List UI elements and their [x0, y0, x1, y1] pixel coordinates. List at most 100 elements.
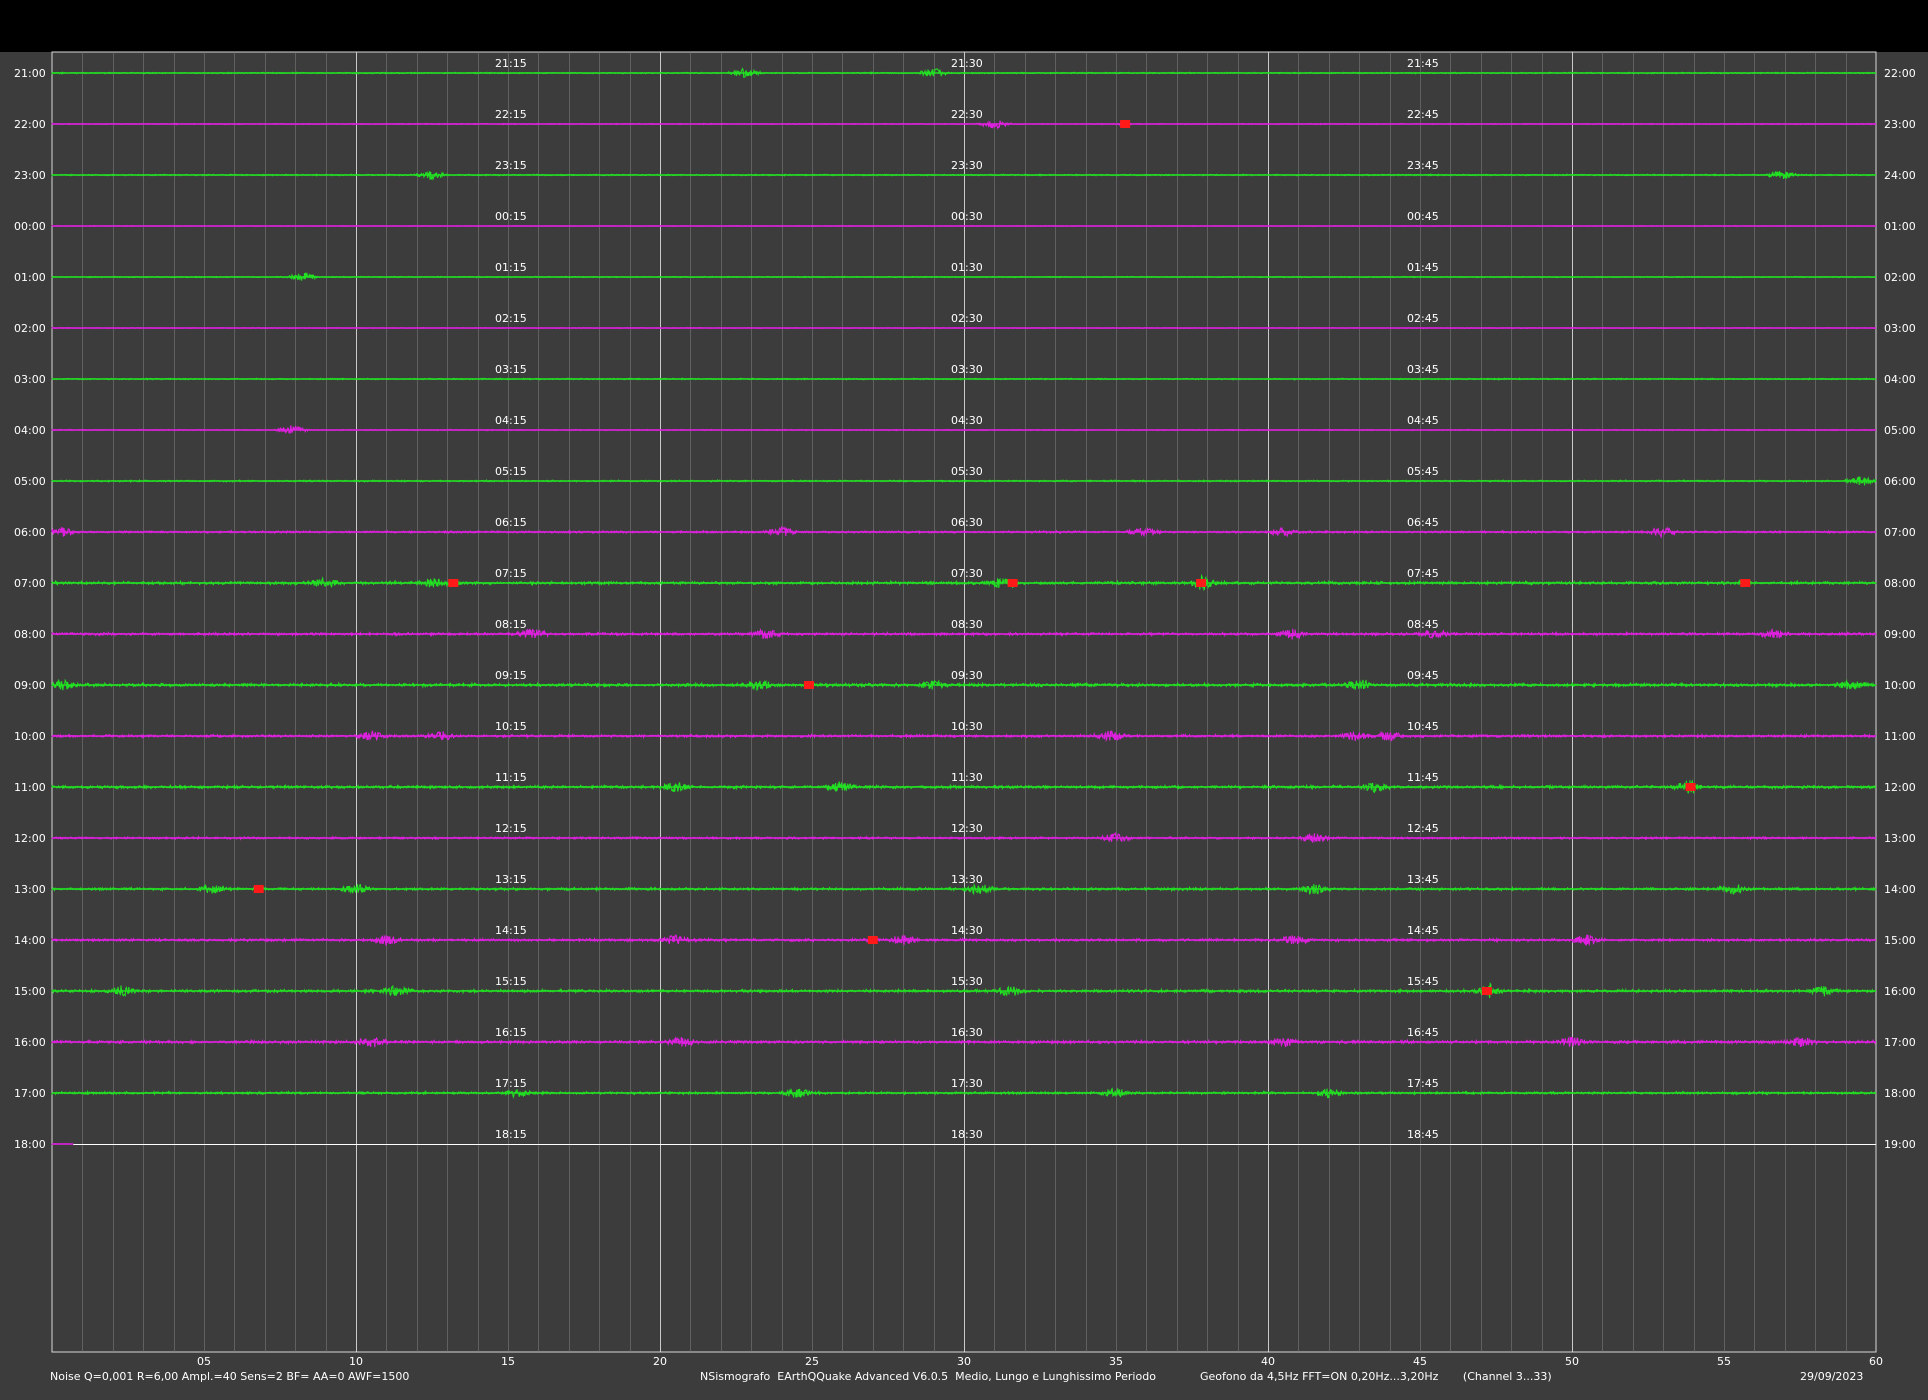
quarter-hour-label: 00:45 — [1407, 210, 1439, 223]
row-start-time: 03:00 — [14, 373, 46, 386]
quarter-hour-label: 22:30 — [951, 108, 983, 121]
quarter-hour-label: 15:15 — [495, 975, 527, 988]
x-tick-label: 05 — [197, 1355, 211, 1368]
quarter-hour-label: 07:30 — [951, 567, 983, 580]
row-end-time: 24:00 — [1884, 169, 1916, 182]
quarter-hour-label: 13:15 — [495, 873, 527, 886]
quarter-hour-label: 11:45 — [1407, 771, 1439, 784]
quarter-hour-label: 01:45 — [1407, 261, 1439, 274]
event-marker — [1007, 579, 1018, 587]
quarter-hour-label: 06:15 — [495, 516, 527, 529]
grid — [51, 51, 1877, 1353]
quarter-hour-label: 18:15 — [495, 1128, 527, 1141]
x-tick-label: 35 — [1109, 1355, 1123, 1368]
x-tick-label: 50 — [1565, 1355, 1579, 1368]
row-start-time: 11:00 — [14, 781, 46, 794]
quarter-hour-label: 16:45 — [1407, 1026, 1439, 1039]
quarter-hour-label: 06:45 — [1407, 516, 1439, 529]
row-end-time: 12:00 — [1884, 781, 1916, 794]
row-start-time: 01:00 — [14, 271, 46, 284]
x-tick-label: 60 — [1869, 1355, 1883, 1368]
row-start-time: 02:00 — [14, 322, 46, 335]
x-tick-label: 40 — [1261, 1355, 1275, 1368]
event-marker — [1740, 579, 1751, 587]
row-start-time: 16:00 — [14, 1036, 46, 1049]
row-end-time: 08:00 — [1884, 577, 1916, 590]
quarter-hour-label: 17:30 — [951, 1077, 983, 1090]
row-start-time: 22:00 — [14, 118, 46, 131]
quarter-hour-label: 00:30 — [951, 210, 983, 223]
row-start-time: 13:00 — [14, 883, 46, 896]
quarter-hour-label: 16:30 — [951, 1026, 983, 1039]
event-marker — [867, 936, 878, 944]
quarter-hour-label: 05:30 — [951, 465, 983, 478]
row-start-time: 23:00 — [14, 169, 46, 182]
x-tick-label: 30 — [957, 1355, 971, 1368]
quarter-hour-label: 15:30 — [951, 975, 983, 988]
quarter-hour-label: 11:30 — [951, 771, 983, 784]
quarter-hour-label: 17:15 — [495, 1077, 527, 1090]
x-tick-label: 10 — [349, 1355, 363, 1368]
quarter-hour-label: 21:45 — [1407, 57, 1439, 70]
quarter-hour-label: 00:15 — [495, 210, 527, 223]
event-marker — [803, 681, 814, 689]
quarter-hour-label: 18:30 — [951, 1128, 983, 1141]
footer-sensor-info: Geofono da 4,5Hz FFT=ON 0,20Hz...3,20Hz … — [1200, 1370, 1552, 1383]
quarter-hour-label: 23:30 — [951, 159, 983, 172]
event-marker — [1685, 783, 1696, 791]
quarter-hour-label: 11:15 — [495, 771, 527, 784]
row-end-time: 15:00 — [1884, 934, 1916, 947]
quarter-hour-label: 22:15 — [495, 108, 527, 121]
quarter-hour-label: 10:45 — [1407, 720, 1439, 733]
row-end-time: 06:00 — [1884, 475, 1916, 488]
quarter-hour-label: 05:45 — [1407, 465, 1439, 478]
quarter-hour-label: 21:15 — [495, 57, 527, 70]
row-start-time: 21:00 — [14, 67, 46, 80]
row-start-time: 17:00 — [14, 1087, 46, 1100]
row-start-time: 05:00 — [14, 475, 46, 488]
quarter-hour-label: 13:45 — [1407, 873, 1439, 886]
quarter-hour-label: 10:30 — [951, 720, 983, 733]
event-marker — [1481, 987, 1492, 995]
quarter-hour-label: 02:45 — [1407, 312, 1439, 325]
row-end-time: 10:00 — [1884, 679, 1916, 692]
row-start-time: 04:00 — [14, 424, 46, 437]
row-end-time: 02:00 — [1884, 271, 1916, 284]
event-marker — [1120, 120, 1131, 128]
row-end-time: 04:00 — [1884, 373, 1916, 386]
quarter-hour-label: 03:45 — [1407, 363, 1439, 376]
seismograph-window: 05 10 15 20 25 30 35 40 45 50 55 60 21:00 22:00 21:15 2… — [0, 0, 1928, 1400]
quarter-hour-label: 13:30 — [951, 873, 983, 886]
x-tick-label: 55 — [1717, 1355, 1731, 1368]
row-start-time: 15:00 — [14, 985, 46, 998]
row-end-time: 05:00 — [1884, 424, 1916, 437]
quarter-hour-label: 07:15 — [495, 567, 527, 580]
quarter-hour-label: 02:30 — [951, 312, 983, 325]
quarter-hour-label: 03:15 — [495, 363, 527, 376]
quarter-hour-label: 21:30 — [951, 57, 983, 70]
quarter-hour-label: 07:45 — [1407, 567, 1439, 580]
row-end-time: 22:00 — [1884, 67, 1916, 80]
row-start-time: 07:00 — [14, 577, 46, 590]
row-end-time: 18:00 — [1884, 1087, 1916, 1100]
quarter-hour-label: 14:30 — [951, 924, 983, 937]
quarter-hour-label: 04:15 — [495, 414, 527, 427]
row-start-time: 12:00 — [14, 832, 46, 845]
quarter-hour-label: 22:45 — [1407, 108, 1439, 121]
event-marker — [253, 885, 264, 893]
quarter-hour-label: 09:45 — [1407, 669, 1439, 682]
quarter-hour-label: 01:15 — [495, 261, 527, 274]
row-end-time: 03:00 — [1884, 322, 1916, 335]
row-end-time: 09:00 — [1884, 628, 1916, 641]
quarter-hour-label: 08:45 — [1407, 618, 1439, 631]
row-end-time: 11:00 — [1884, 730, 1916, 743]
quarter-hour-label: 16:15 — [495, 1026, 527, 1039]
x-tick-label: 15 — [501, 1355, 515, 1368]
quarter-hour-label: 09:30 — [951, 669, 983, 682]
quarter-hour-label: 23:15 — [495, 159, 527, 172]
row-end-time: 17:00 — [1884, 1036, 1916, 1049]
quarter-hour-label: 08:30 — [951, 618, 983, 631]
quarter-hour-label: 12:30 — [951, 822, 983, 835]
footer-program-title: NSismografo EArthQQuake Advanced V6.0.5 … — [700, 1370, 1156, 1383]
quarter-hour-label: 18:45 — [1407, 1128, 1439, 1141]
